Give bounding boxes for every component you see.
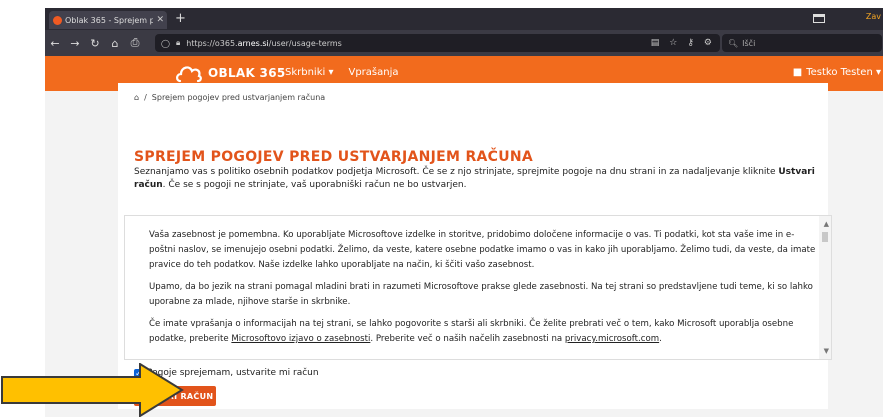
user-icon: ■ <box>792 67 803 78</box>
print-icon[interactable]: ⎙ <box>125 36 145 50</box>
logo-text: OBLAK 365 <box>208 66 286 80</box>
scroll-down-icon[interactable]: ▼ <box>824 347 829 355</box>
forward-icon[interactable]: → <box>65 37 85 50</box>
cloud-icon <box>176 66 202 83</box>
user-menu[interactable]: ■ Testko Testen ▾ <box>793 67 881 78</box>
intro-text: Seznanjamo vas s politiko osebnih podatk… <box>134 167 815 190</box>
terms-paragraph: Vaša zasebnost je pomembna. Ko uporablja… <box>149 230 816 270</box>
annotation-arrow-icon <box>1 363 184 417</box>
window-icon[interactable] <box>813 14 825 23</box>
terms-text: Vaša zasebnost je pomembna. Ko uporablja… <box>149 228 819 354</box>
menu-item-vprasanja[interactable]: Vprašanja <box>348 67 398 78</box>
search-input[interactable]: 🔍︎ Išči <box>722 34 882 52</box>
breadcrumb: ⌂ / Sprejem pogojev pred ustvarjanjem ra… <box>134 93 325 102</box>
site-menu: Skrbniki ▾ Vprašanja <box>285 67 399 78</box>
new-tab-button[interactable]: + <box>175 11 186 26</box>
bookmark-star-icon[interactable]: ☆ <box>669 38 677 48</box>
search-icon: 🔍︎ <box>728 38 739 48</box>
breadcrumb-current: Sprejem pogojev pred ustvarjanjem računa <box>151 93 326 102</box>
page-title: SPREJEM POGOJEV PRED USTVARJANJEM RAČUNA <box>134 149 534 165</box>
home-icon[interactable]: ⌂ <box>134 93 139 102</box>
scroll-up-icon[interactable]: ▲ <box>824 220 829 228</box>
tab-close-icon[interactable]: ✕ <box>156 15 164 25</box>
main-content: ⌂ / Sprejem pogojev pred ustvarjanjem ra… <box>118 83 832 409</box>
breadcrumb-separator: / <box>144 93 147 102</box>
tab-title: Oblak 365 - Sprejem pogojev p <box>65 15 154 25</box>
reader-view-icon[interactable]: ▤ <box>651 38 660 48</box>
lock-icon: 🔒︎ <box>175 38 181 47</box>
home-icon[interactable]: ⌂ <box>105 37 125 50</box>
shield-icon: ◯ <box>161 38 170 48</box>
back-icon[interactable]: ← <box>45 37 65 50</box>
extensions-icon[interactable]: ⚙ <box>704 38 712 48</box>
user-name: Testko Testen ▾ <box>806 67 881 78</box>
navigation-bar: ← → ↻ ⌂ ⎙ ◯ 🔒︎ https://o365.arnes.si/use… <box>45 30 883 56</box>
terms-box[interactable]: Vaša zasebnost je pomembna. Ko uporablja… <box>124 215 832 360</box>
site-logo[interactable]: OBLAK 365 <box>176 62 286 84</box>
search-placeholder: Išči <box>742 38 756 48</box>
browser-tab[interactable]: Oblak 365 - Sprejem pogojev p ✕ <box>49 11 167 29</box>
tab-bar: Oblak 365 - Sprejem pogojev p ✕ + Zav <box>45 8 883 30</box>
terms-paragraph: Če imate vprašanja o informacijah na tej… <box>149 319 794 344</box>
scroll-thumb[interactable] <box>822 232 828 242</box>
menu-item-skrbniki[interactable]: Skrbniki ▾ <box>285 67 333 78</box>
profile-button[interactable]: Zav <box>866 12 881 21</box>
terms-paragraph: Upamo, da bo jezik na strani pomagal mla… <box>149 282 813 307</box>
top-edge <box>0 0 883 8</box>
key-icon[interactable]: ⚷ <box>687 38 694 48</box>
site-favicon-icon <box>53 15 62 25</box>
address-bar[interactable]: ◯ 🔒︎ https://o365.arnes.si/user/usage-te… <box>155 34 720 52</box>
scrollbar[interactable]: ▲ ▼ <box>819 216 831 359</box>
reload-icon[interactable]: ↻ <box>85 37 105 50</box>
privacy-site-link[interactable]: privacy.microsoft.com <box>565 334 659 344</box>
url-text: https://o365.arnes.si/user/usage-terms <box>186 38 342 48</box>
privacy-statement-link[interactable]: Microsoftovo izjavo o zasebnosti <box>231 334 370 344</box>
